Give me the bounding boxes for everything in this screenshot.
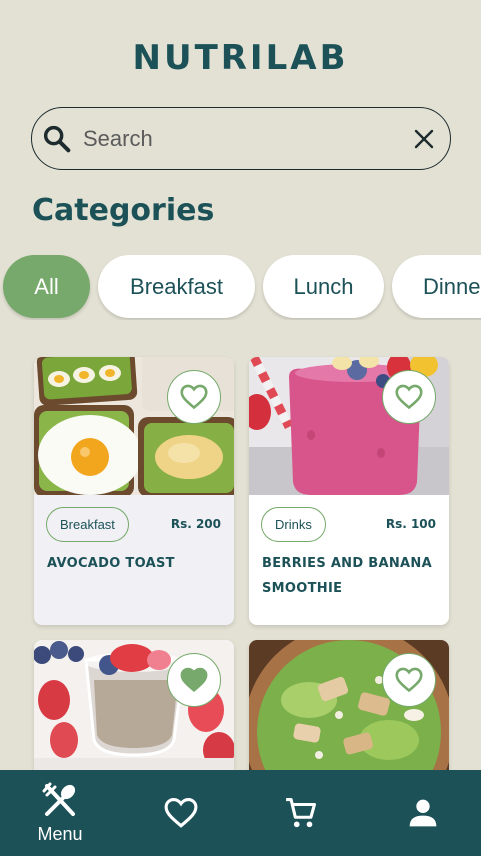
product-price: Rs. 100 bbox=[385, 517, 436, 531]
app-logo: NUTRILAB bbox=[132, 38, 349, 78]
heart-icon bbox=[395, 667, 423, 693]
heart-icon bbox=[164, 797, 198, 828]
bottom-navigation: Menu bbox=[0, 770, 481, 856]
category-chips: All Breakfast Lunch Dinner bbox=[0, 254, 481, 320]
nav-menu[interactable]: Menu bbox=[30, 770, 90, 856]
search-bar[interactable] bbox=[31, 107, 451, 170]
product-tag: Drinks bbox=[261, 507, 326, 542]
categories-heading: Categories bbox=[32, 193, 215, 228]
category-chip-lunch[interactable]: Lunch bbox=[263, 255, 384, 318]
product-price: Rs. 200 bbox=[170, 517, 221, 531]
category-chip-dinner[interactable]: Dinner bbox=[392, 255, 481, 318]
favorite-button[interactable] bbox=[167, 370, 221, 424]
favorite-button[interactable] bbox=[167, 653, 221, 707]
heart-icon bbox=[395, 384, 423, 410]
favorite-button[interactable] bbox=[382, 653, 436, 707]
nav-cart[interactable] bbox=[280, 770, 322, 856]
search-input[interactable] bbox=[83, 122, 403, 156]
nav-menu-label: Menu bbox=[37, 823, 83, 844]
cart-icon bbox=[286, 797, 317, 828]
product-name: BERRIES AND BANANA SMOOTHIE bbox=[262, 556, 432, 596]
fork-spoon-icon bbox=[42, 782, 76, 816]
heart-filled-icon bbox=[180, 667, 208, 693]
nav-profile[interactable] bbox=[402, 770, 444, 856]
product-card-avocado-toast[interactable]: Breakfast Rs. 200 AVOCADO TOAST bbox=[34, 357, 234, 625]
close-icon[interactable] bbox=[412, 127, 436, 151]
person-icon bbox=[409, 799, 437, 827]
product-name: AVOCADO TOAST bbox=[47, 556, 175, 571]
category-chip-breakfast[interactable]: Breakfast bbox=[98, 255, 255, 318]
product-card-smoothie[interactable]: Drinks Rs. 100 BERRIES AND BANANA SMOOTH… bbox=[249, 357, 449, 625]
product-tag: Breakfast bbox=[46, 507, 129, 542]
heart-icon bbox=[180, 384, 208, 410]
search-icon bbox=[43, 125, 71, 153]
nav-favorites[interactable] bbox=[160, 770, 202, 856]
favorite-button[interactable] bbox=[382, 370, 436, 424]
category-chip-all[interactable]: All bbox=[3, 255, 90, 318]
